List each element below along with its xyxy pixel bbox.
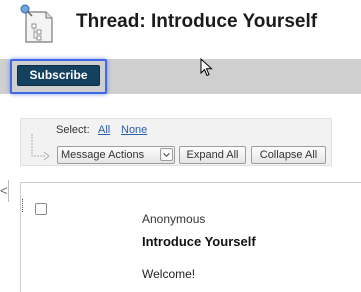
collapse-sidebar-tab[interactable]: < bbox=[0, 180, 9, 202]
select-all-link[interactable]: All bbox=[98, 124, 110, 136]
message-author: Anonymous bbox=[142, 212, 206, 226]
message-title[interactable]: Introduce Yourself bbox=[142, 234, 256, 249]
chevron-down-icon[interactable] bbox=[160, 148, 173, 161]
select-label: Select: bbox=[56, 124, 90, 136]
collapse-all-button[interactable]: Collapse All bbox=[251, 146, 326, 164]
select-none-link[interactable]: None bbox=[121, 124, 147, 136]
mouse-cursor-icon bbox=[200, 58, 213, 77]
tree-connector-icon bbox=[31, 134, 50, 161]
thread-document-icon bbox=[20, 4, 53, 43]
drag-handle-icon[interactable] bbox=[21, 199, 24, 213]
message-body: Welcome! bbox=[142, 267, 196, 281]
message-checkbox[interactable] bbox=[35, 203, 47, 215]
page-title: Thread: Introduce Yourself bbox=[76, 11, 318, 32]
message-actions-dropdown[interactable]: Message Actions bbox=[57, 146, 175, 164]
expand-all-button[interactable]: Expand All bbox=[179, 146, 246, 164]
subscribe-button[interactable]: Subscribe bbox=[17, 65, 100, 86]
